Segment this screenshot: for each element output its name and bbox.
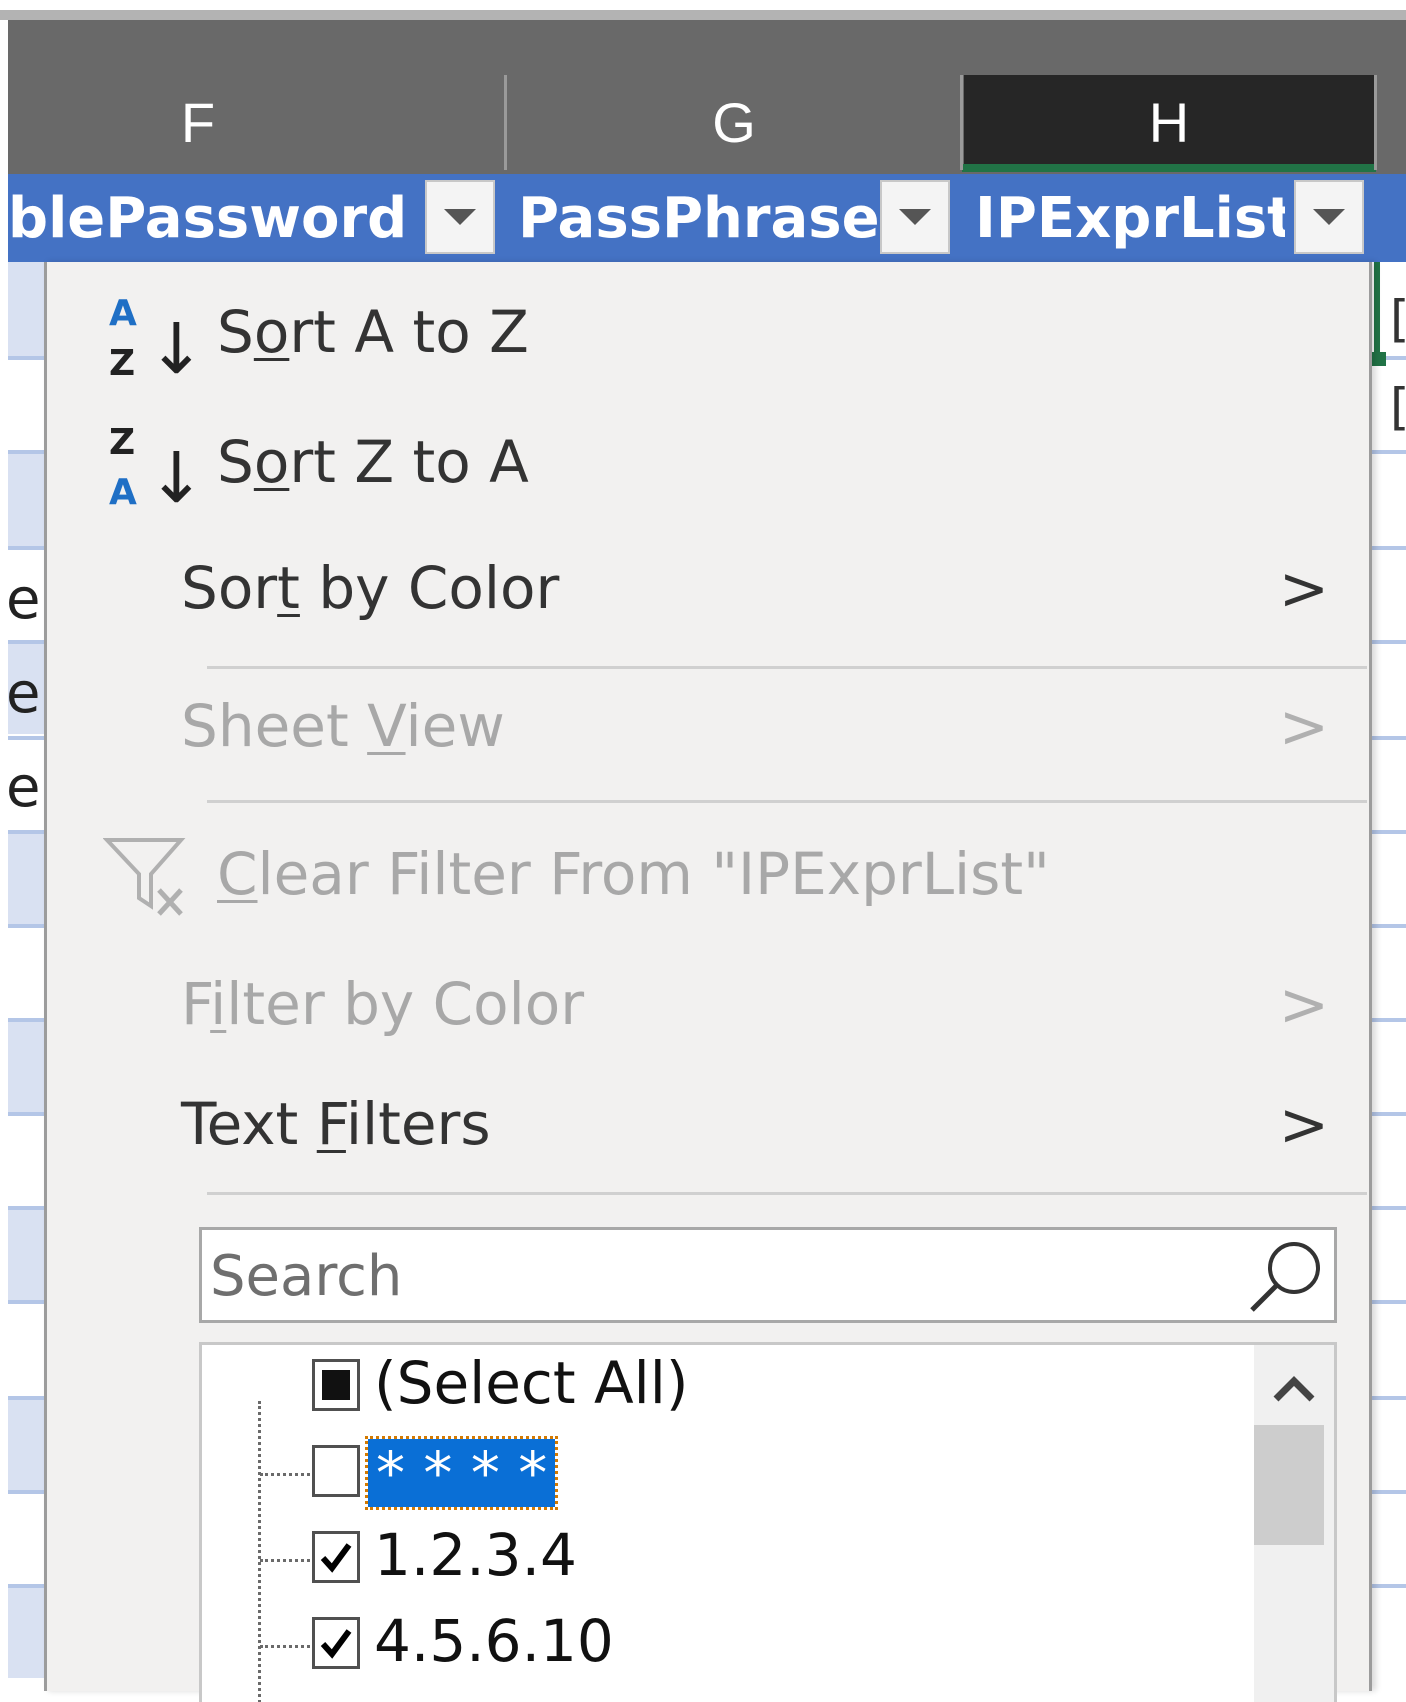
chevron-right-icon: > <box>1278 692 1329 762</box>
list-item[interactable]: 4.5.6.10 <box>202 1605 1334 1685</box>
top-divider <box>0 10 1406 20</box>
chevron-right-icon: > <box>1278 554 1329 624</box>
list-item[interactable]: 1.2.3.4 <box>202 1519 1334 1599</box>
menu-separator <box>207 666 1367 669</box>
menu-label: Text Filters <box>181 1090 491 1158</box>
checkbox-partial[interactable] <box>312 1359 360 1411</box>
tree-connector <box>260 1645 310 1648</box>
checkbox-unchecked[interactable] <box>312 1445 360 1497</box>
list-item-label: * * * * <box>364 1436 559 1510</box>
svg-text:A: A <box>109 293 137 334</box>
banded-cell <box>8 1396 48 1490</box>
banded-cell <box>8 1018 48 1112</box>
menu-item-clear-filter: Clear Filter From "IPExprList" <box>47 804 1369 944</box>
svg-text:A: A <box>109 472 137 511</box>
svg-text:↓: ↓ <box>147 437 197 511</box>
svg-text:Z: Z <box>109 422 135 463</box>
chevron-right-icon: > <box>1278 1090 1329 1160</box>
checkbox-checked[interactable] <box>312 1531 360 1583</box>
menu-item-sort-z-to-a[interactable]: Z A ↓ Sort Z to A <box>47 402 1369 532</box>
list-item[interactable]: * * * * <box>202 1433 1334 1513</box>
search-icon[interactable] <box>1246 1236 1328 1316</box>
checkmark-icon <box>320 1543 352 1573</box>
menu-label: Sort A to Z <box>217 298 529 366</box>
banded-cell <box>8 1206 48 1300</box>
filter-dropdown-g[interactable] <box>880 180 950 254</box>
autofilter-menu: A Z ↓ Sort A to Z Z A ↓ Sort Z to A Sort… <box>44 262 1372 1702</box>
banded-cell <box>8 262 48 356</box>
checkbox-checked[interactable] <box>312 1617 360 1669</box>
list-item-select-all[interactable]: (Select All) <box>202 1347 1334 1427</box>
cell-text[interactable]: [ <box>1390 290 1406 348</box>
scroll-up-icon[interactable] <box>1268 1369 1320 1409</box>
checkbox-partial-mark <box>322 1370 350 1400</box>
menu-separator <box>207 1192 1367 1195</box>
list-item-label: (Select All) <box>374 1349 689 1417</box>
selected-cell-border <box>1374 262 1380 362</box>
fill-handle[interactable] <box>1372 352 1386 366</box>
column-header-g[interactable]: G <box>508 75 960 170</box>
scrollbar-thumb[interactable] <box>1254 1425 1324 1545</box>
filter-values-list: (Select All) * * * * 1.2.3.4 4.5.6.10 <box>199 1342 1337 1702</box>
chevron-right-icon: > <box>1278 970 1329 1040</box>
menu-item-filter-by-color: Filter by Color > <box>47 944 1369 1070</box>
filter-search-box <box>199 1227 1337 1323</box>
filter-dropdown-h[interactable] <box>1294 180 1364 254</box>
list-scrollbar[interactable] <box>1254 1345 1334 1702</box>
cell-text[interactable]: e <box>6 664 40 724</box>
column-separator[interactable] <box>504 75 507 170</box>
dropdown-arrow-icon <box>899 209 931 225</box>
tree-connector <box>260 1473 310 1476</box>
sort-z-to-a-icon: Z A ↓ <box>109 422 197 511</box>
column-separator[interactable] <box>1374 75 1377 170</box>
table-header-next <box>1378 174 1406 262</box>
menu-label: Clear Filter From "IPExprList" <box>217 840 1050 908</box>
menu-label: Filter by Color <box>181 970 585 1038</box>
cell-text[interactable]: e <box>6 570 40 630</box>
column-header-f[interactable]: F <box>8 75 388 170</box>
list-item-label: 1.2.3.4 <box>374 1521 577 1589</box>
banded-cell <box>8 452 48 546</box>
cell-text[interactable]: e <box>6 758 40 818</box>
dropdown-arrow-icon <box>444 209 476 225</box>
menu-item-sheet-view: Sheet View > <box>47 670 1369 794</box>
sort-a-to-z-icon: A Z ↓ <box>109 293 197 382</box>
column-separator[interactable] <box>960 75 963 170</box>
menu-separator <box>207 800 1367 803</box>
banded-cell <box>8 830 48 924</box>
dropdown-arrow-icon <box>1313 209 1345 225</box>
filter-dropdown-f[interactable] <box>425 180 495 254</box>
list-item-label: 4.5.6.10 <box>374 1607 614 1675</box>
svg-text:↓: ↓ <box>147 308 197 382</box>
table-header-f[interactable]: blePassword <box>8 174 403 262</box>
menu-item-sort-by-color[interactable]: Sort by Color > <box>47 532 1369 652</box>
checkmark-icon <box>320 1629 352 1659</box>
cell-text[interactable]: [ <box>1390 378 1406 436</box>
clear-filter-icon <box>103 838 186 916</box>
tree-connector <box>260 1559 310 1562</box>
menu-label: Sort Z to A <box>217 428 529 496</box>
svg-text:Z: Z <box>109 343 135 382</box>
column-header-h[interactable]: H <box>964 75 1374 170</box>
table-header-h[interactable]: IPExprList <box>975 174 1285 262</box>
menu-label: Sheet View <box>181 692 505 760</box>
menu-label: Sort by Color <box>181 554 560 622</box>
menu-item-sort-a-to-z[interactable]: A Z ↓ Sort A to Z <box>47 262 1369 402</box>
table-header-g[interactable]: PassPhrase <box>518 174 878 262</box>
menu-item-text-filters[interactable]: Text Filters > <box>47 1070 1369 1188</box>
banded-cell <box>8 1584 48 1678</box>
filter-search-input[interactable] <box>208 1236 1212 1316</box>
